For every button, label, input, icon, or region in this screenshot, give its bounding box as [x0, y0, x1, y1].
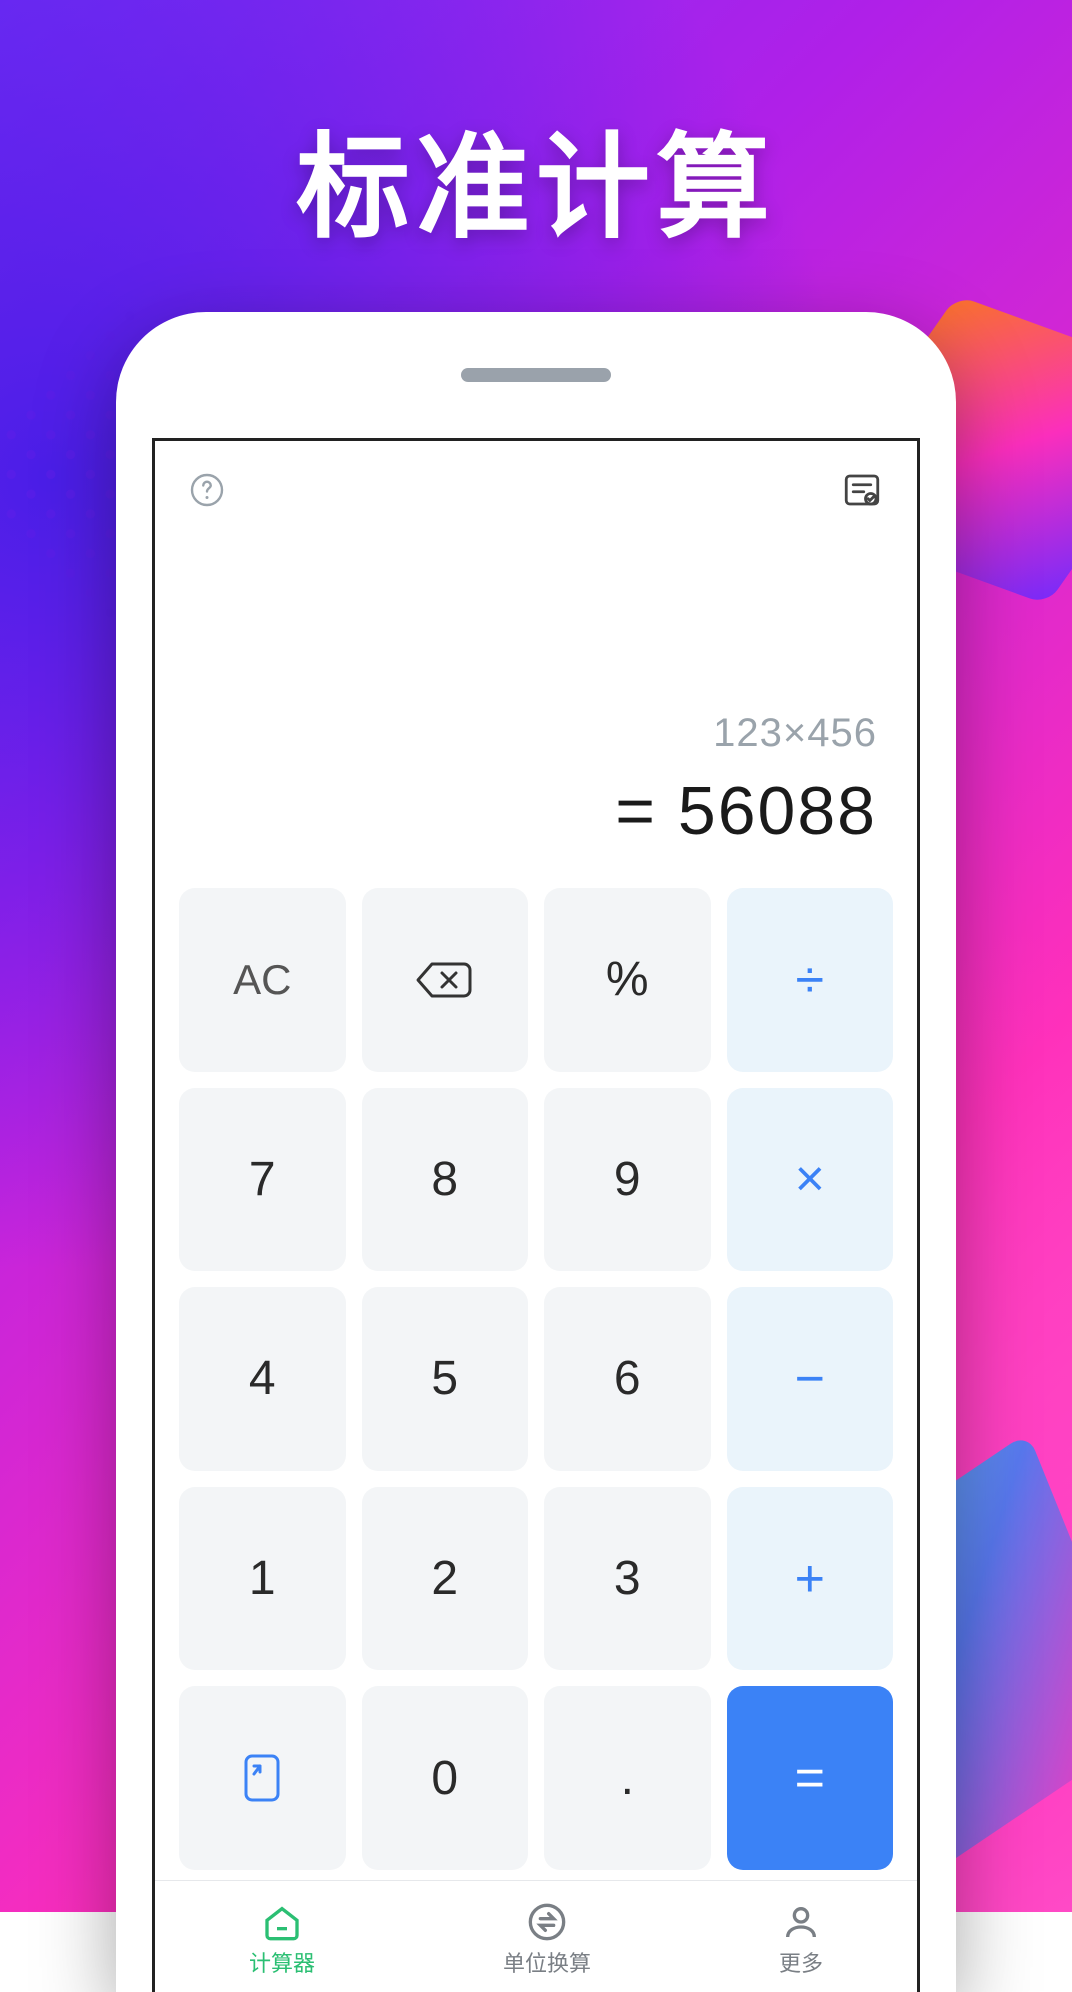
key-multiply[interactable]: ×	[727, 1088, 894, 1272]
key-expand[interactable]	[179, 1686, 346, 1870]
backspace-icon	[414, 958, 476, 1002]
help-icon	[189, 472, 225, 508]
key-dot[interactable]: .	[544, 1686, 711, 1870]
swap-icon	[527, 1902, 567, 1942]
key-minus[interactable]: −	[727, 1287, 894, 1471]
nav-unit-convert[interactable]: 单位换算	[503, 1902, 591, 1978]
nav-calculator[interactable]: 计算器	[249, 1902, 315, 1978]
key-divide[interactable]: ÷	[727, 888, 894, 1072]
app-screen: 123×456 = 56088 AC % ÷ 7 8 9 × 4 5 6 − 1…	[152, 438, 920, 1992]
key-5[interactable]: 5	[362, 1287, 529, 1471]
expression-text: 123×456	[195, 711, 877, 756]
key-equals[interactable]: =	[727, 1686, 894, 1870]
history-button[interactable]	[841, 469, 883, 511]
help-button[interactable]	[189, 472, 225, 508]
key-plus[interactable]: +	[727, 1487, 894, 1671]
phone-frame: 123×456 = 56088 AC % ÷ 7 8 9 × 4 5 6 − 1…	[116, 312, 956, 1992]
nav-unit-label: 单位换算	[503, 1946, 591, 1978]
key-9[interactable]: 9	[544, 1088, 711, 1272]
key-8[interactable]: 8	[362, 1088, 529, 1272]
key-6[interactable]: 6	[544, 1287, 711, 1471]
key-backspace[interactable]	[362, 888, 529, 1072]
phone-speaker	[461, 368, 611, 382]
history-icon	[841, 469, 883, 511]
bottom-nav: 计算器 单位换算 更多	[155, 1880, 917, 1992]
key-2[interactable]: 2	[362, 1487, 529, 1671]
key-4[interactable]: 4	[179, 1287, 346, 1471]
key-0[interactable]: 0	[362, 1686, 529, 1870]
hero-title: 标准计算	[0, 95, 1072, 260]
nav-calculator-label: 计算器	[249, 1946, 315, 1978]
keypad: AC % ÷ 7 8 9 × 4 5 6 − 1 2 3 +	[155, 868, 917, 1880]
home-icon	[262, 1902, 302, 1942]
top-bar	[155, 441, 917, 511]
result-text: = 56088	[195, 772, 877, 850]
nav-more[interactable]: 更多	[779, 1902, 823, 1978]
key-3[interactable]: 3	[544, 1487, 711, 1671]
nav-more-label: 更多	[779, 1946, 823, 1978]
display-area: 123×456 = 56088	[155, 711, 917, 868]
key-clear[interactable]: AC	[179, 888, 346, 1072]
expand-icon	[240, 1750, 284, 1806]
key-percent[interactable]: %	[544, 888, 711, 1072]
person-icon	[781, 1902, 821, 1942]
key-1[interactable]: 1	[179, 1487, 346, 1671]
key-7[interactable]: 7	[179, 1088, 346, 1272]
